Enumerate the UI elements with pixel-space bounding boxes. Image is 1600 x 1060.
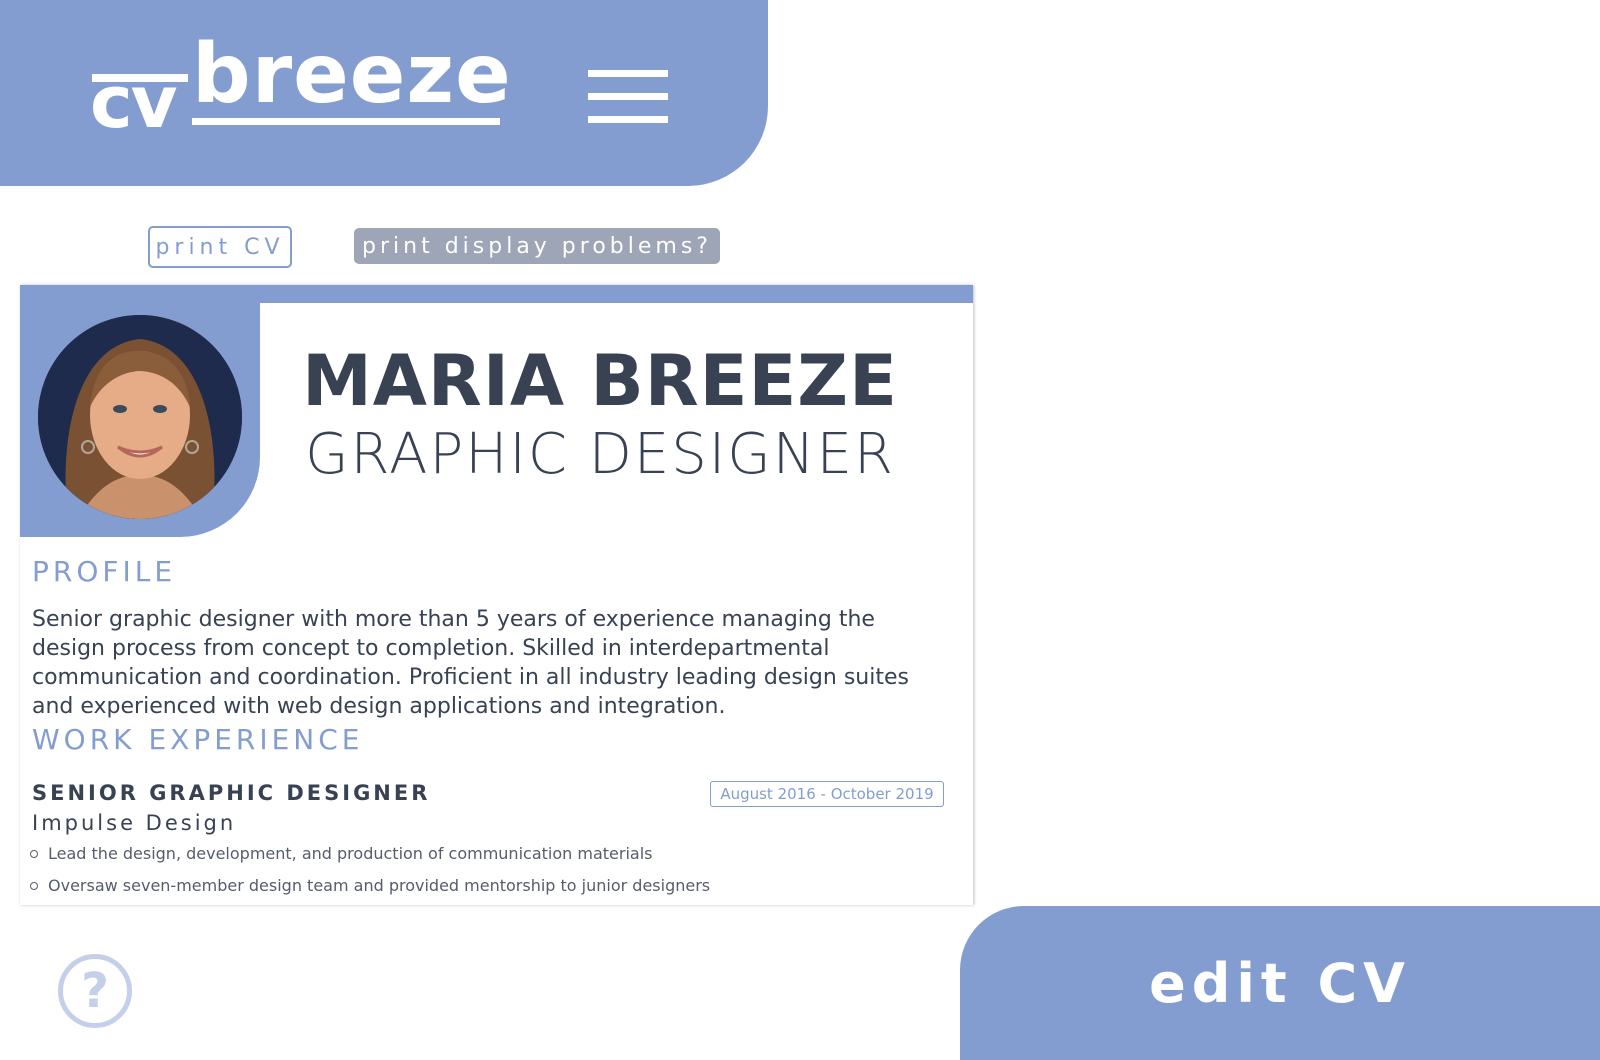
job-bullet-item: Oversaw seven-member design team and pro…: [30, 875, 710, 905]
print-display-problems-button[interactable]: print display problems?: [354, 228, 720, 264]
menu-line: [588, 93, 668, 100]
job-bullet-item: Lead the design, development, and produc…: [30, 843, 710, 875]
work-experience-heading: WORK EXPERIENCE: [32, 723, 364, 756]
menu-line: [588, 116, 668, 123]
header-panel: cv breeze: [0, 0, 768, 186]
job-company: Impulse Design: [32, 811, 237, 835]
profile-photo-illustration: [38, 315, 242, 519]
photo-panel: [20, 285, 260, 537]
cv-job-title: GRAPHIC DESIGNER: [305, 422, 895, 487]
cv-preview: MARIA BREEZE GRAPHIC DESIGNER PROFILE Se…: [20, 285, 973, 905]
profile-heading: PROFILE: [32, 555, 177, 588]
edit-cv-label: edit CV: [1149, 951, 1411, 1015]
logo[interactable]: cv breeze: [90, 27, 512, 144]
job-role: SENIOR GRAPHIC DESIGNER: [32, 781, 431, 805]
logo-cv-text: cv: [90, 60, 178, 144]
cv-name: MARIA BREEZE: [302, 340, 898, 422]
logo-breeze-text: breeze: [192, 27, 512, 122]
profile-text: Senior graphic designer with more than 5…: [32, 607, 909, 719]
menu-line: [588, 70, 668, 77]
logo-underline: [192, 118, 500, 125]
hamburger-menu-icon[interactable]: [588, 70, 668, 126]
print-cv-button[interactable]: print CV: [148, 226, 292, 268]
job-bullets: Lead the design, development, and produc…: [30, 843, 710, 905]
job-dates-badge: August 2016 - October 2019: [710, 781, 944, 807]
edit-cv-button[interactable]: edit CV: [960, 906, 1600, 1060]
profile-photo: [38, 315, 242, 519]
help-icon[interactable]: ?: [58, 954, 132, 1028]
